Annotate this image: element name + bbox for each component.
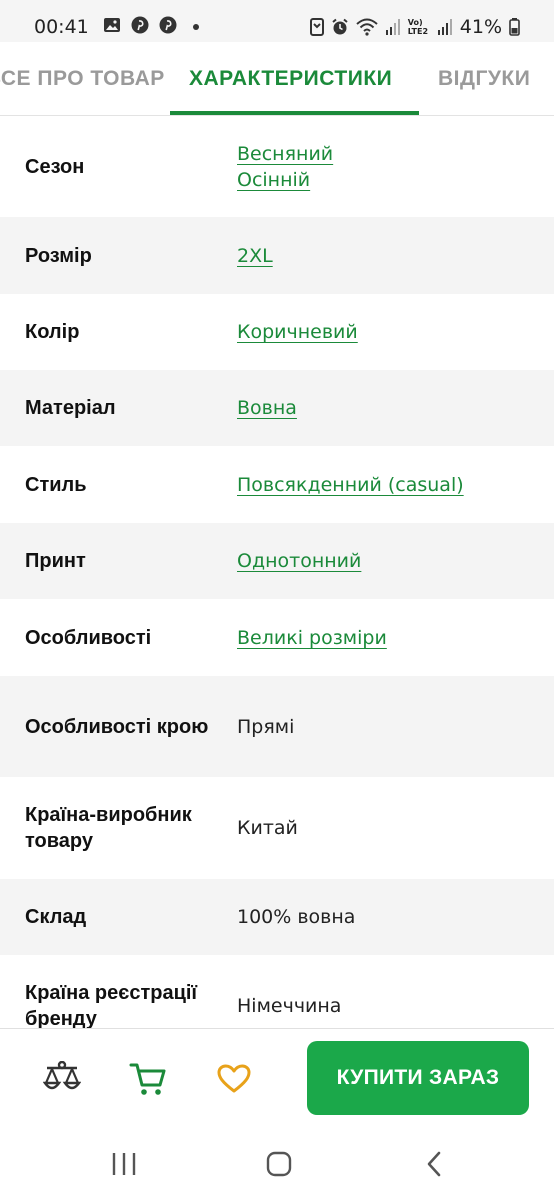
signal-icon	[385, 18, 401, 36]
spec-label: Принт	[25, 550, 86, 572]
recent-apps-icon[interactable]	[104, 1148, 144, 1180]
tab-reviews[interactable]: ВІДГУКИ	[438, 42, 530, 115]
spec-row-print: Принт Однотонний	[0, 523, 554, 599]
spec-row-country-of-origin: Країна-виробник товару Китай	[0, 777, 554, 879]
spec-label: Розмір	[25, 244, 92, 267]
back-icon[interactable]	[414, 1148, 454, 1180]
characteristics-table: Сезон Весняний Осінній Розмір 2XL Колір …	[0, 116, 554, 1028]
spec-label: Стиль	[25, 473, 87, 496]
buy-now-button[interactable]: КУПИТИ ЗАРАЗ	[307, 1041, 529, 1115]
spec-row-material: Матеріал Вовна	[0, 370, 554, 446]
spec-value: Коричневий	[237, 319, 554, 345]
spec-value-link[interactable]: Великі розміри	[237, 625, 554, 651]
more-notifications-dot-icon	[192, 24, 199, 30]
alarm-icon	[331, 18, 349, 36]
nfc-icon	[309, 18, 324, 36]
battery-percent: 41%	[459, 16, 502, 38]
pinterest-notification-icon-2	[159, 16, 177, 39]
spec-label: Сезон	[25, 155, 85, 178]
spec-value: Китай	[237, 817, 298, 839]
spec-value: Повсякденний (casual)	[237, 472, 554, 498]
spec-value-link[interactable]: Повсякденний (casual)	[237, 472, 554, 498]
spec-value-link[interactable]: Вовна	[237, 395, 554, 421]
spec-row-style: Стиль Повсякденний (casual)	[0, 446, 554, 523]
battery-icon	[509, 18, 520, 36]
active-tab-indicator	[170, 111, 419, 115]
spec-value: Німеччина	[237, 995, 342, 1017]
status-time: 00:41	[34, 16, 89, 38]
spec-value: Великі розміри	[237, 625, 554, 651]
spec-label: Склад	[25, 906, 87, 928]
spec-label: Матеріал	[25, 397, 116, 419]
bottom-action-bar: КУПИТИ ЗАРАЗ	[0, 1028, 554, 1128]
spec-label: Країна реєстрації бренду	[25, 982, 198, 1028]
spec-value: Прямі	[237, 715, 295, 738]
spec-value: 100% вовна	[237, 906, 356, 928]
spec-value: 2XL	[237, 243, 554, 269]
pinterest-notification-icon	[131, 16, 149, 39]
spec-label: Особливості крою	[25, 715, 209, 738]
spec-row-brand-country: Країна реєстрації бренду Німеччина	[0, 955, 554, 1028]
spec-value: Весняний Осінній	[237, 141, 554, 193]
compare-scales-icon[interactable]	[42, 1059, 82, 1099]
spec-value-link[interactable]: Коричневий	[237, 319, 554, 345]
spec-label: Колір	[25, 321, 80, 343]
system-nav-bar	[0, 1128, 554, 1200]
spec-value: Вовна	[237, 395, 554, 421]
spec-value-link[interactable]: Однотонний	[237, 548, 554, 574]
gallery-notification-icon	[103, 16, 121, 39]
home-icon[interactable]	[259, 1148, 299, 1180]
spec-value: Однотонний	[237, 548, 554, 574]
spec-label: Особливості	[25, 626, 152, 649]
product-tabs: ВСЕ ПРО ТОВАР ХАРАКТЕРИСТИКИ ВІДГУКИ	[0, 42, 554, 116]
tab-all-about-product[interactable]: ВСЕ ПРО ТОВАР	[0, 42, 165, 115]
volte-label: Vo) LTE2	[407, 18, 429, 36]
spec-value-link[interactable]: Осінній	[237, 167, 554, 193]
spec-row-color: Колір Коричневий	[0, 294, 554, 370]
spec-row-season: Сезон Весняний Осінній	[0, 116, 554, 217]
spec-row-composition: Склад 100% вовна	[0, 879, 554, 955]
tab-characteristics[interactable]: ХАРАКТЕРИСТИКИ	[189, 42, 392, 115]
signal-icon-2	[437, 18, 453, 36]
spec-label: Країна-виробник товару	[25, 804, 192, 852]
wifi-icon	[356, 18, 378, 36]
spec-value-link[interactable]: 2XL	[237, 243, 554, 269]
spec-row-features: Особливості Великі розміри	[0, 599, 554, 676]
cart-icon[interactable]	[128, 1059, 168, 1099]
heart-icon[interactable]	[214, 1059, 254, 1099]
spec-row-cut-features: Особливості крою Прямі	[0, 676, 554, 777]
spec-row-size: Розмір 2XL	[0, 217, 554, 294]
spec-value-link[interactable]: Весняний	[237, 141, 554, 167]
